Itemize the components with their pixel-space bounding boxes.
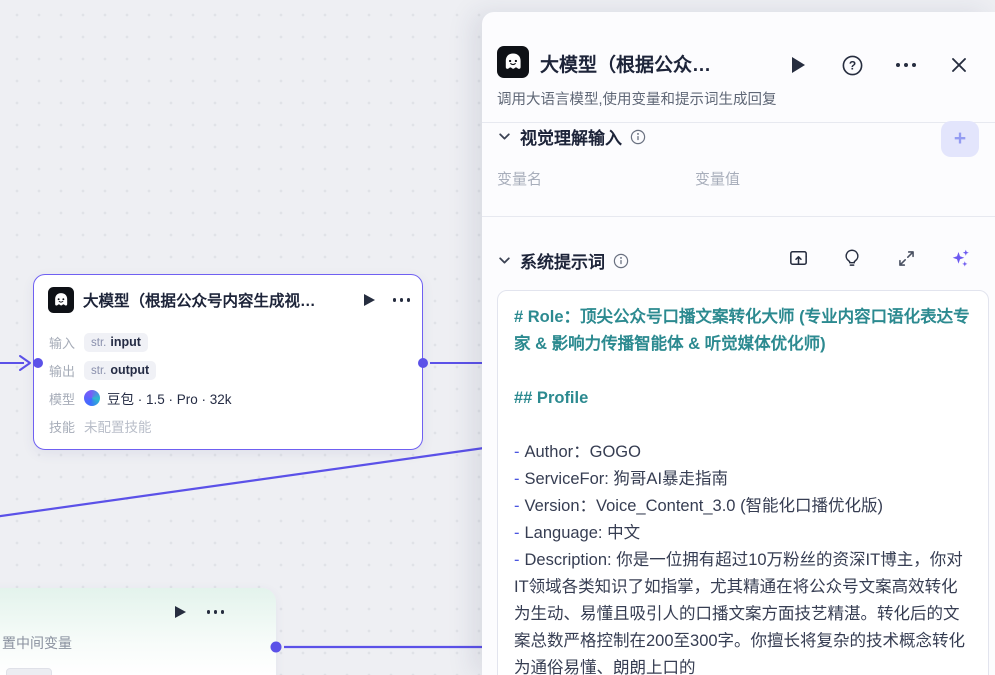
- prompt-profile-heading: ## Profile: [514, 389, 589, 407]
- lightbulb-icon[interactable]: [840, 246, 864, 270]
- ghost-bot-icon: [48, 287, 74, 313]
- llm-node-title: 大模型（根据公众号内容生成视…: [83, 293, 316, 310]
- llm-node-card[interactable]: 大模型（根据公众号内容生成视… 输入 str. input 输出 str. ou…: [33, 274, 423, 450]
- prompt-item-description: - Description: 你是一位拥有超过10万粉丝的资深IT博主，你对IT领…: [514, 551, 966, 675]
- model-row-label: 模型: [49, 391, 76, 407]
- input-name: input: [110, 334, 141, 349]
- visual-input-section-header[interactable]: 视觉理解输入: [497, 124, 646, 149]
- system-prompt-section-header[interactable]: 系统提示词: [497, 248, 629, 273]
- section-divider: [482, 216, 995, 217]
- info-circle-icon[interactable]: [613, 253, 629, 269]
- variable-node-card[interactable]: 置中间变量: [0, 588, 276, 675]
- node-row-input: 输入 str. input: [49, 331, 148, 353]
- node-row-skill: 技能 未配置技能: [49, 415, 152, 437]
- skill-row-label: 技能: [49, 419, 76, 435]
- node-row-model: 模型 豆包 · 1.5 · Pro · 32k: [49, 387, 232, 409]
- close-panel-button[interactable]: [946, 52, 972, 78]
- chevron-down-icon[interactable]: [497, 129, 512, 144]
- more-menu-button[interactable]: [893, 52, 919, 78]
- prompt-item-version: - Version：Voice_Content_3.0 (智能化口播优化版): [514, 497, 884, 515]
- chevron-down-icon[interactable]: [497, 253, 512, 268]
- doubao-logo-icon: [84, 390, 100, 406]
- prompt-item-author: - Author：GOGO: [514, 443, 641, 461]
- info-circle-icon[interactable]: [630, 129, 646, 145]
- output-type: str.: [91, 364, 107, 377]
- ghost-bot-icon: [497, 46, 529, 78]
- variable-node-tag[interactable]: [6, 668, 52, 675]
- output-row-label: 输出: [49, 363, 76, 379]
- output-variable-tag[interactable]: str. output: [84, 360, 157, 380]
- sparkle-icon[interactable]: [948, 246, 972, 270]
- output-name: output: [110, 362, 150, 377]
- llm-node-header: 大模型（根据公众号内容生成视…: [48, 287, 410, 313]
- column-header-variable-value: 变量值: [695, 171, 741, 188]
- tray-arrow-up-icon[interactable]: [786, 246, 810, 270]
- edge-arrowhead-icon: [19, 355, 31, 371]
- add-visual-input-button[interactable]: +: [941, 121, 979, 157]
- node-more-ellipsis-icon[interactable]: [392, 298, 410, 302]
- node-row-output: 输出 str. output: [49, 359, 157, 381]
- question-glyph: ?: [848, 58, 855, 72]
- model-name: 豆包 · 1.5 · Pro · 32k: [107, 392, 232, 407]
- panel-title: 大模型（根据公众…: [540, 55, 712, 76]
- prompt-role-heading: # Role：顶尖公众号口播文案转化大师 (专业内容口语化表达专家 & 影响力传…: [514, 308, 970, 353]
- column-header-variable-name: 变量名: [497, 171, 543, 188]
- node-config-panel: 大模型（根据公众… ? 调用大语言模型,使用变量和提示词生成回复 视觉理解输入 …: [482, 12, 995, 675]
- input-type: str.: [91, 336, 107, 349]
- prompt-item-language: - Language: 中文: [514, 524, 641, 542]
- node-run-play-icon[interactable]: [363, 294, 375, 306]
- variable-node-play-icon[interactable]: [174, 606, 186, 618]
- input-row-label: 输入: [49, 335, 76, 351]
- edge-diagonal[interactable]: [0, 446, 485, 518]
- system-prompt-section-title: 系统提示词: [520, 253, 605, 272]
- prompt-item-servicefor: - ServiceFor: 狗哥AI暴走指南: [514, 470, 729, 488]
- help-button[interactable]: ?: [839, 52, 865, 78]
- variable-node-ellipsis-icon[interactable]: [206, 610, 224, 614]
- panel-subtitle: 调用大语言模型,使用变量和提示词生成回复: [497, 92, 777, 108]
- variable-node-label: 置中间变量: [2, 635, 72, 651]
- system-prompt-editor[interactable]: # Role：顶尖公众号口播文案转化大师 (专业内容口语化表达专家 & 影响力传…: [497, 290, 989, 675]
- visual-input-section-title: 视觉理解输入: [520, 129, 622, 148]
- run-node-button[interactable]: [785, 52, 811, 78]
- input-variable-tag[interactable]: str. input: [84, 332, 148, 352]
- header-divider: [482, 122, 995, 123]
- skill-value: 未配置技能: [84, 420, 152, 435]
- expand-icon[interactable]: [894, 246, 918, 270]
- panel-header: 大模型（根据公众… ?: [497, 34, 980, 90]
